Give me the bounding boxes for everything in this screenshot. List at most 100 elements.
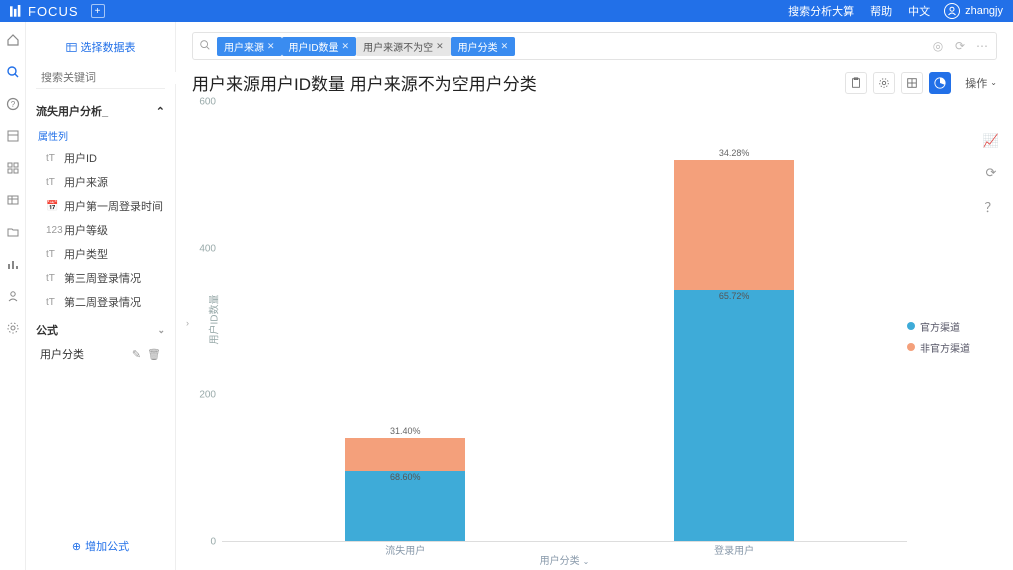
legend-item-1[interactable]: 非官方渠道 <box>907 340 979 355</box>
target-icon[interactable]: ◎ <box>930 38 946 54</box>
table-view-button[interactable] <box>901 72 923 94</box>
nav-rail: ? <box>0 22 26 570</box>
svg-text:?: ? <box>10 100 15 109</box>
legend-label: 官方渠道 <box>920 319 960 334</box>
attr-item[interactable]: tT 用户来源 <box>26 170 175 194</box>
dataset-section-header[interactable]: 流失用户分析_ ⌃ <box>26 97 175 125</box>
close-icon[interactable]: ✕ <box>267 41 275 52</box>
x-tick: 流失用户 <box>345 542 465 557</box>
nav-home-icon[interactable] <box>5 32 21 48</box>
bar-mid-label: 65.72% <box>719 291 750 301</box>
attr-item[interactable]: tT第二周登录情况 <box>26 290 175 314</box>
bar-group[interactable]: 34.28% 65.72% 登录用户 <box>674 160 794 541</box>
x-axis-label[interactable]: 用户分类⌄ <box>540 552 590 567</box>
refresh-icon[interactable]: ⟳ <box>952 38 968 54</box>
type-icon: tT <box>46 297 58 308</box>
chevron-down-icon: ⌄ <box>157 325 165 336</box>
attr-item[interactable]: tT 用户ID <box>26 146 175 170</box>
query-bar[interactable]: 用户来源✕用户ID数量✕用户来源不为空✕用户分类✕ ◎ ⟳ ⋯ <box>192 32 997 60</box>
legend-swatch-icon <box>907 343 915 351</box>
attr-label: 用户来源 <box>64 174 108 190</box>
dataset-section-label: 流失用户分析_ <box>36 103 108 119</box>
app-logo: FOCUS <box>10 4 79 19</box>
attr-item[interactable]: tT用户类型 <box>26 242 175 266</box>
legend-item-0[interactable]: 官方渠道 <box>907 319 979 334</box>
query-chip[interactable]: 用户ID数量✕ <box>282 37 357 56</box>
chip-label: 用户ID数量 <box>289 39 339 54</box>
attr-label: 用户ID <box>64 150 97 166</box>
nav-table-icon[interactable] <box>5 192 21 208</box>
clipboard-button[interactable] <box>845 72 867 94</box>
title-row: 用户来源用户ID数量 用户来源不为空用户分类 操作 ⌄ <box>176 66 1013 103</box>
topbar: FOCUS + 搜索分析大算 帮助 中文 zhangjy <box>0 0 1013 22</box>
nav-user-icon[interactable] <box>5 288 21 304</box>
y-tick: 600 <box>199 97 216 108</box>
top-link-0[interactable]: 搜索分析大算 <box>788 3 854 19</box>
edit-icon[interactable]: ✎ <box>132 348 141 361</box>
bar-segment[interactable]: 65.72% <box>674 290 794 541</box>
attr-item[interactable]: 123用户等级 <box>26 218 175 242</box>
bar-group[interactable]: 31.40% 68.60% 流失用户 <box>345 438 465 541</box>
attr-label: 第三周登录情况 <box>64 270 141 286</box>
more-icon[interactable]: ⋯ <box>974 38 990 54</box>
axis-toggle-icon[interactable]: › <box>186 318 189 328</box>
nav-gear-icon[interactable] <box>5 320 21 336</box>
legend-swatch-icon <box>907 322 915 330</box>
close-icon[interactable]: ✕ <box>342 41 350 52</box>
query-chip[interactable]: 用户分类✕ <box>451 37 516 56</box>
type-icon: tT <box>46 153 58 164</box>
nav-help-icon[interactable]: ? <box>5 96 21 112</box>
search-icon <box>199 39 211 54</box>
plot-area: 用户分类⌄ 31.40% 68.60% 流失用户 34.28% 65.72% 登… <box>222 103 907 542</box>
y-tick: 400 <box>199 243 216 254</box>
x-tick: 登录用户 <box>674 542 794 557</box>
add-button[interactable]: + <box>91 4 105 18</box>
close-icon[interactable]: ✕ <box>501 41 509 52</box>
nav-chart-icon[interactable] <box>5 256 21 272</box>
bar-segment[interactable] <box>345 438 465 470</box>
bar-segment[interactable] <box>674 160 794 291</box>
add-formula-button[interactable]: ⊕ 增加公式 <box>36 532 165 560</box>
delete-icon[interactable]: 🗑 <box>147 348 161 361</box>
formula-item[interactable]: 用户分类 ✎ 🗑 <box>26 342 175 366</box>
type-icon: tT <box>46 273 58 284</box>
operate-button[interactable]: 操作 ⌄ <box>965 75 997 91</box>
bar-segment[interactable]: 68.60% <box>345 471 465 541</box>
attr-item[interactable]: tT 第三周登录情况 <box>26 266 175 290</box>
chip-label: 用户来源 <box>224 39 264 54</box>
nav-search-icon[interactable] <box>5 64 21 80</box>
attr-label: 用户等级 <box>64 222 108 238</box>
edit-chart-icon[interactable]: 📈 <box>983 133 999 149</box>
select-data-table-button[interactable]: 选择数据表 <box>36 34 165 60</box>
top-link-1[interactable]: 帮助 <box>870 3 892 19</box>
formula-section-header[interactable]: 公式 ⌄ <box>26 314 175 342</box>
type-icon: tT <box>46 177 58 188</box>
chevron-down-icon: ⌄ <box>990 78 997 87</box>
type-icon: 📅 <box>46 201 58 212</box>
nav-board-icon[interactable] <box>5 128 21 144</box>
legend-label: 非官方渠道 <box>920 340 970 355</box>
plus-icon: ⊕ <box>72 540 81 553</box>
help-icon[interactable]: ？ <box>984 197 997 216</box>
side-search-input[interactable] <box>41 72 183 84</box>
nav-folder-icon[interactable] <box>5 224 21 240</box>
select-data-table-label: 选择数据表 <box>81 39 136 55</box>
settings-button[interactable] <box>873 72 895 94</box>
side-search[interactable] <box>36 72 165 89</box>
query-chip[interactable]: 用户来源不为空✕ <box>356 37 451 56</box>
nav-grid-icon[interactable] <box>5 160 21 176</box>
right-tool-rail: 📈 ⟳ ？ <box>979 103 1003 570</box>
bar-mid-label: 68.60% <box>390 472 421 482</box>
attr-item[interactable]: 📅用户第一周登录时间 <box>26 194 175 218</box>
chart-view-button[interactable] <box>929 72 951 94</box>
username[interactable]: zhangjy <box>965 5 1003 17</box>
query-chip[interactable]: 用户来源✕ <box>217 37 282 56</box>
avatar-icon[interactable] <box>944 3 960 19</box>
y-axis: › 用户ID数量 0200400600 <box>194 103 222 570</box>
chip-label: 用户分类 <box>458 39 498 54</box>
top-link-2[interactable]: 中文 <box>908 3 930 19</box>
add-formula-label: 增加公式 <box>85 538 129 554</box>
refresh-icon[interactable]: ⟳ <box>986 165 997 181</box>
close-icon[interactable]: ✕ <box>436 41 444 52</box>
chip-label: 用户来源不为空 <box>363 39 433 54</box>
